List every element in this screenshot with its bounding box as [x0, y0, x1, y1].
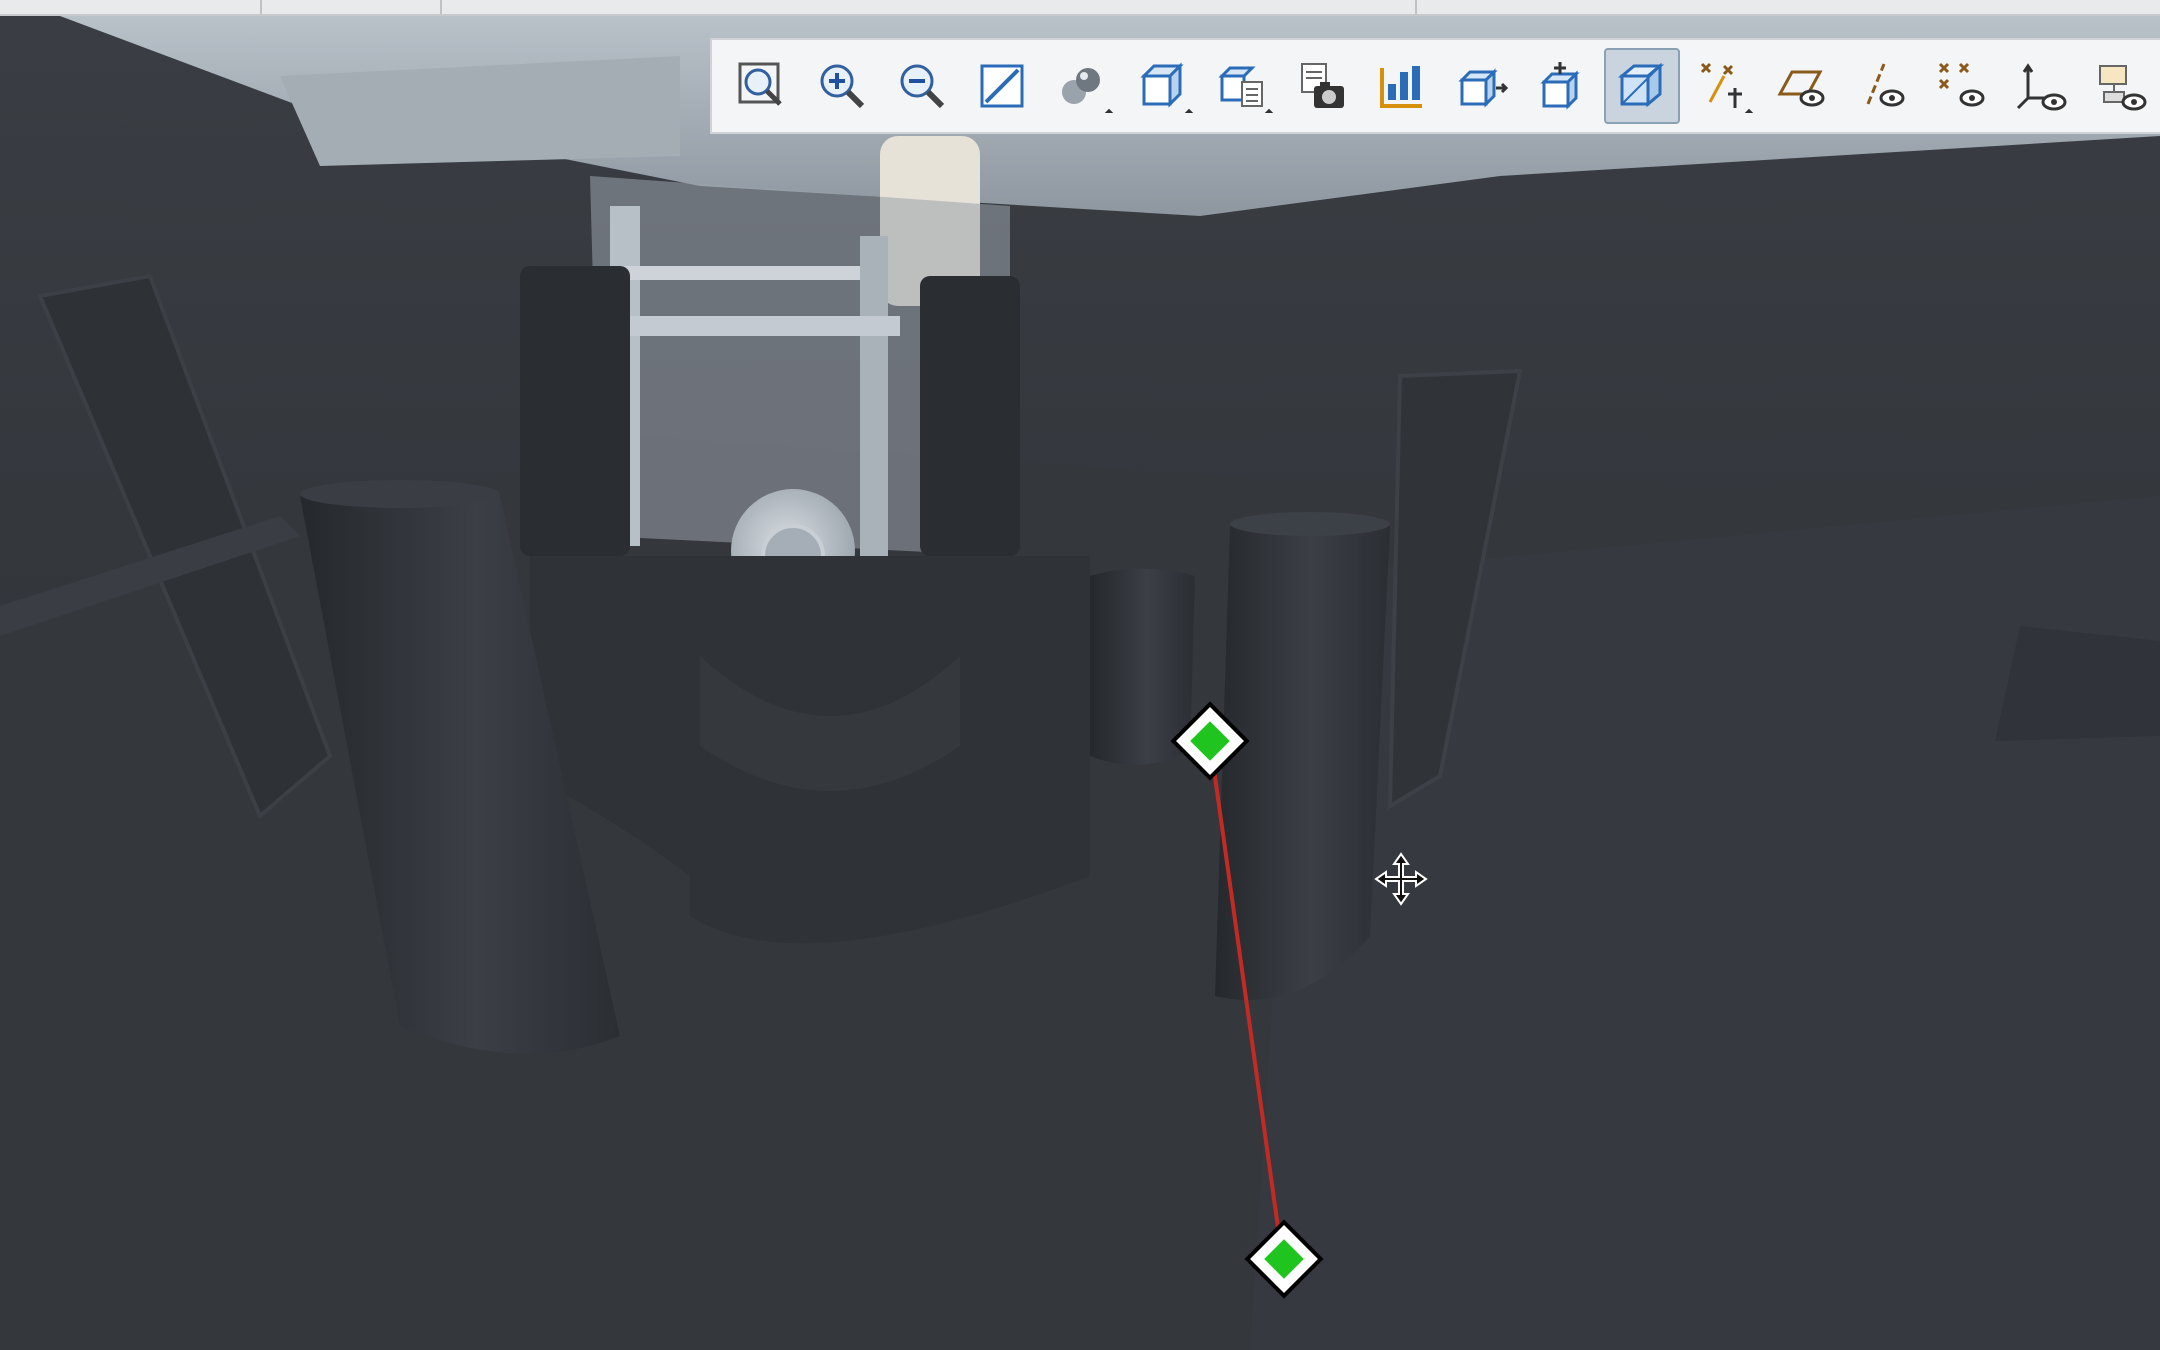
axis-eye-icon — [1866, 63, 1905, 107]
window-top-strip — [0, 0, 2160, 16]
section-button[interactable] — [1364, 48, 1440, 124]
perspective-button[interactable] — [1444, 48, 1520, 124]
cube-plus-icon — [1540, 62, 1580, 110]
datum-axes-icon — [1700, 62, 1742, 108]
tab-separator — [260, 0, 262, 14]
section-bars-icon — [1380, 66, 1422, 108]
magnifier-minus-icon — [900, 64, 945, 109]
axis-display-button[interactable] — [1844, 48, 1920, 124]
plane-eye-icon — [1777, 70, 1825, 107]
frame-post-right — [860, 236, 888, 556]
dropdown-arrow-icon — [1744, 108, 1754, 118]
3d-model-scene[interactable] — [0, 16, 2160, 1350]
view-manager-button[interactable] — [1284, 48, 1360, 124]
points-eye-icon — [1938, 62, 1985, 107]
annotation-display-button[interactable] — [2084, 48, 2160, 124]
dropdown-arrow-icon — [1104, 108, 1114, 118]
move-cursor-icon — [1374, 852, 1428, 906]
cylinder-front-left-top — [300, 480, 500, 508]
magnifier-fit-icon — [738, 62, 782, 106]
dropdown-arrow-icon — [1264, 108, 1274, 118]
rear-column-right — [920, 276, 1020, 556]
rear-column-left — [520, 266, 630, 556]
cylinder-front-right — [1215, 518, 1390, 1000]
camera-list-icon — [1301, 63, 1344, 108]
cylinder-front-right-top — [1230, 512, 1390, 536]
magnifier-plus-icon — [820, 64, 865, 109]
display-style-button[interactable] — [1044, 48, 1120, 124]
tab-separator — [440, 0, 442, 14]
graphics-viewport[interactable] — [0, 16, 2160, 1350]
cube-arrow-icon — [1458, 68, 1509, 108]
zoom-out-button[interactable] — [884, 48, 960, 124]
frame-rail-top — [620, 266, 860, 280]
named-views-button[interactable] — [1124, 48, 1200, 124]
floor-right-surface — [1250, 496, 2160, 1350]
plane-display-button[interactable] — [1764, 48, 1840, 124]
cube-view-icon — [1140, 62, 1184, 108]
cube-wire-icon — [1617, 62, 1665, 108]
dropdown-arrow-icon — [1184, 108, 1194, 118]
csys-display-button[interactable] — [2004, 48, 2080, 124]
spin-center-button[interactable] — [1604, 48, 1680, 124]
cube-list-icon — [1218, 66, 1263, 107]
right-edge-block — [1995, 626, 2160, 741]
view-toolbar — [710, 38, 2160, 134]
annotation-eye-icon — [2099, 65, 2147, 111]
zoom-area-icon — [980, 64, 1024, 108]
saved-orientations-button[interactable] — [1204, 48, 1280, 124]
datum-display-button[interactable] — [1684, 48, 1760, 124]
shading-spheres-icon — [1062, 68, 1100, 104]
csys-eye-icon — [2016, 63, 2067, 111]
point-display-button[interactable] — [1924, 48, 2000, 124]
zoom-in-button[interactable] — [804, 48, 880, 124]
zoom-fit-button[interactable] — [724, 48, 800, 124]
tab-separator — [1415, 0, 1417, 14]
annotation-plane-button[interactable] — [1524, 48, 1600, 124]
zoom-area-button[interactable] — [964, 48, 1040, 124]
frame-rail — [600, 316, 900, 336]
